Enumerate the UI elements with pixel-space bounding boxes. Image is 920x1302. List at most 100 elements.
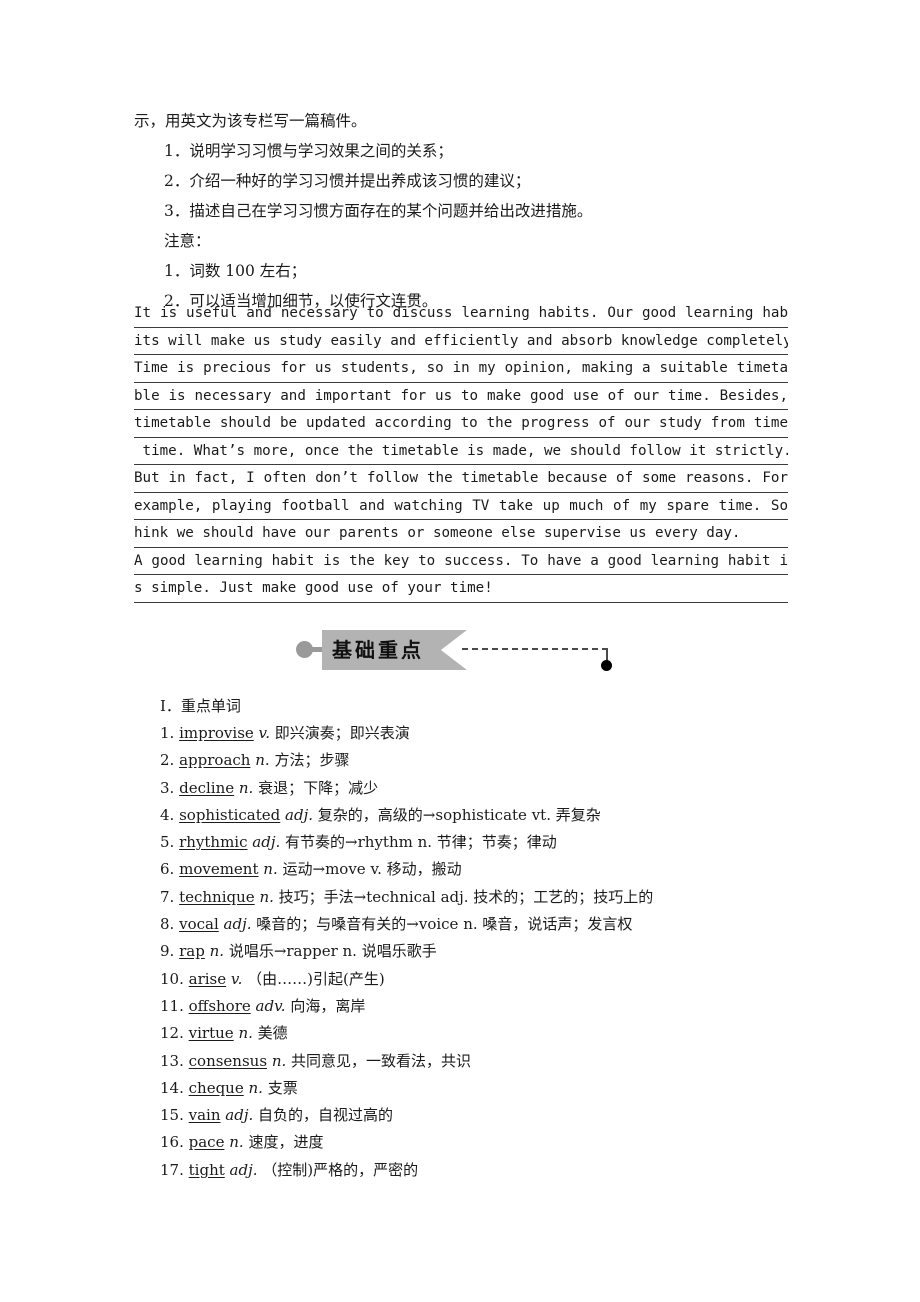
entry-number: 12.	[160, 1024, 184, 1043]
essay-line: ble is necessary and important for us to…	[134, 383, 788, 410]
entry-number: 2.	[160, 751, 175, 770]
entry-word: vocal	[179, 915, 219, 934]
writing-prompt-block: 示，用英文为该专栏写一篇稿件。 1．说明学习习惯与学习效果之间的关系； 2．介绍一种…	[134, 106, 794, 316]
entry-part-of-speech: n.	[209, 942, 225, 961]
entry-number: 5.	[160, 833, 175, 852]
vocabulary-entry: 12. virtue n. 美德	[160, 1020, 800, 1047]
entry-word: movement	[179, 860, 259, 879]
entry-part-of-speech: adj.	[285, 805, 314, 824]
entry-part-of-speech: n.	[248, 1078, 263, 1097]
entry-definition: 即兴演奏；即兴表演	[274, 724, 410, 742]
entry-definition: 速度，进度	[248, 1133, 324, 1152]
vocabulary-entry: 9. rap n. 说唱乐→rapper n. 说唱乐歌手	[160, 938, 800, 965]
entry-word: sophisticated	[179, 805, 281, 824]
entry-part-of-speech: adv.	[255, 996, 286, 1015]
entry-definition: 向海，离岸	[290, 996, 366, 1015]
essay-line: But in fact, I often don’t follow the ti…	[134, 465, 788, 493]
entry-part-of-speech: adj.	[229, 1160, 258, 1179]
entry-definition: 运动→move v. 移动，搬动	[282, 860, 462, 879]
entry-number: 4.	[160, 805, 175, 824]
section-banner: 基础重点	[296, 628, 626, 674]
entry-word: decline	[179, 778, 235, 797]
vocabulary-entry: 17. tight adj. （控制)严格的，严密的	[160, 1157, 800, 1184]
vocabulary-entry: 5. rhythmic adj. 有节奏的→rhythm n. 节律；节奏；律动	[160, 829, 800, 856]
entry-definition: 支票	[267, 1078, 298, 1097]
entry-word: improvise	[179, 724, 254, 742]
entry-part-of-speech: n.	[229, 1133, 244, 1152]
entry-definition: 美德	[257, 1024, 288, 1043]
entry-definition: 复杂的，高级的→sophisticate vt. 弄复杂	[317, 805, 601, 824]
entry-part-of-speech: n.	[259, 887, 274, 906]
banner-connector-icon	[310, 647, 324, 652]
prompt-line: 1．词数 100 左右；	[164, 262, 307, 280]
entry-number: 14.	[160, 1078, 184, 1097]
essay-line: Time is precious for us students, so in …	[134, 355, 788, 383]
entry-number: 6.	[160, 860, 175, 879]
banner-end-dot-icon	[601, 660, 612, 671]
prompt-line: 3．描述自己在学习习惯方面存在的某个问题并给出改进措施。	[164, 202, 593, 220]
entry-number: 11.	[160, 996, 184, 1015]
entry-word: rap	[179, 942, 205, 961]
vocabulary-entry: 10. arise v. （由……)引起(产生)	[160, 966, 800, 993]
entry-definition: 衰退；下降；减少	[258, 778, 379, 797]
entry-definition: 嗓音的；与嗓音有关的→voice n. 嗓音，说话声；发言权	[256, 915, 633, 934]
vocabulary-entry: 7. technique n. 技巧；手法→technical adj. 技术的…	[160, 884, 800, 911]
vocabulary-entry: 3. decline n. 衰退；下降；减少	[160, 775, 800, 802]
essay-line: A good learning habit is the key to succ…	[134, 548, 788, 575]
vocabulary-list: 1. improvise v. 即兴演奏；即兴表演 2. approach n. …	[160, 720, 800, 1184]
entry-definition: 自负的，自视过高的	[258, 1106, 394, 1125]
entry-word: offshore	[188, 996, 251, 1015]
entry-number: 16.	[160, 1133, 184, 1152]
essay-line: example, playing football and watching T…	[134, 493, 788, 520]
vocabulary-section: Ⅰ．重点单词 1. improvise v. 即兴演奏；即兴表演 2. appro…	[160, 692, 800, 1184]
entry-number: 7.	[160, 887, 175, 906]
entry-number: 10.	[160, 969, 184, 988]
model-essay-block: It is useful and necessary to discuss le…	[134, 300, 788, 603]
section-title: 基础重点	[332, 638, 424, 662]
entry-part-of-speech: v.	[230, 969, 243, 988]
entry-number: 3.	[160, 778, 175, 797]
vocabulary-entry: 15. vain adj. 自负的，自视过高的	[160, 1102, 800, 1129]
entry-word: arise	[188, 969, 227, 988]
essay-line: hink we should have our parents or someo…	[134, 520, 788, 548]
entry-part-of-speech: n.	[238, 778, 254, 797]
document-page: 示，用英文为该专栏写一篇稿件。 1．说明学习习惯与学习效果之间的关系； 2．介绍一种…	[0, 0, 920, 1302]
entry-number: 1.	[160, 724, 175, 742]
entry-part-of-speech: n.	[271, 1051, 287, 1070]
vocabulary-entry: 4. sophisticated adj. 复杂的，高级的→sophistica…	[160, 802, 800, 829]
essay-line: its will make us study easily and effici…	[134, 328, 788, 355]
entry-part-of-speech: n.	[263, 860, 278, 879]
entry-definition: （控制)严格的，严密的	[262, 1160, 419, 1179]
vocabulary-entry: 8. vocal adj. 嗓音的；与嗓音有关的→voice n. 嗓音，说话声…	[160, 911, 800, 938]
entry-definition: 方法；步骤	[274, 751, 350, 770]
vocabulary-heading: Ⅰ．重点单词	[160, 697, 241, 715]
prompt-line: 1．说明学习习惯与学习效果之间的关系；	[164, 142, 453, 160]
banner-dashed-line	[462, 648, 608, 650]
essay-line: time. What’s more, once the timetable is…	[134, 438, 788, 465]
entry-word: technique	[179, 887, 255, 906]
essay-line: s simple. Just make good use of your tim…	[134, 575, 788, 603]
prompt-line: 示，用英文为该专栏写一篇稿件。	[134, 112, 367, 130]
entry-word: approach	[179, 751, 251, 770]
entry-part-of-speech: adj.	[223, 915, 252, 934]
entry-word: cheque	[188, 1078, 244, 1097]
entry-word: tight	[188, 1160, 225, 1179]
entry-definition: 有节奏的→rhythm n. 节律；节奏；律动	[285, 833, 557, 852]
prompt-line: 2．介绍一种好的学习习惯并提出养成该习惯的建议；	[164, 172, 531, 190]
entry-number: 17.	[160, 1160, 184, 1179]
vocabulary-entry: 13. consensus n. 共同意见，一致看法，共识	[160, 1048, 800, 1075]
vocabulary-entry: 1. improvise v. 即兴演奏；即兴表演	[160, 720, 800, 747]
entry-definition: 说唱乐→rapper n. 说唱乐歌手	[228, 942, 437, 961]
vocabulary-entry: 2. approach n. 方法；步骤	[160, 747, 800, 774]
entry-part-of-speech: adj.	[225, 1106, 254, 1125]
entry-number: 8.	[160, 915, 175, 934]
entry-definition: 技巧；手法→technical adj. 技术的；工艺的；技巧上的	[278, 887, 654, 906]
entry-number: 9.	[160, 942, 175, 961]
entry-word: pace	[188, 1133, 225, 1152]
vocabulary-entry: 11. offshore adv. 向海，离岸	[160, 993, 800, 1020]
vocabulary-entry: 6. movement n. 运动→move v. 移动，搬动	[160, 856, 800, 883]
vocabulary-entry: 16. pace n. 速度，进度	[160, 1129, 800, 1156]
vocabulary-entry: 14. cheque n. 支票	[160, 1075, 800, 1102]
prompt-line: 注意：	[164, 232, 211, 250]
entry-definition: 共同意见，一致看法，共识	[291, 1051, 472, 1070]
